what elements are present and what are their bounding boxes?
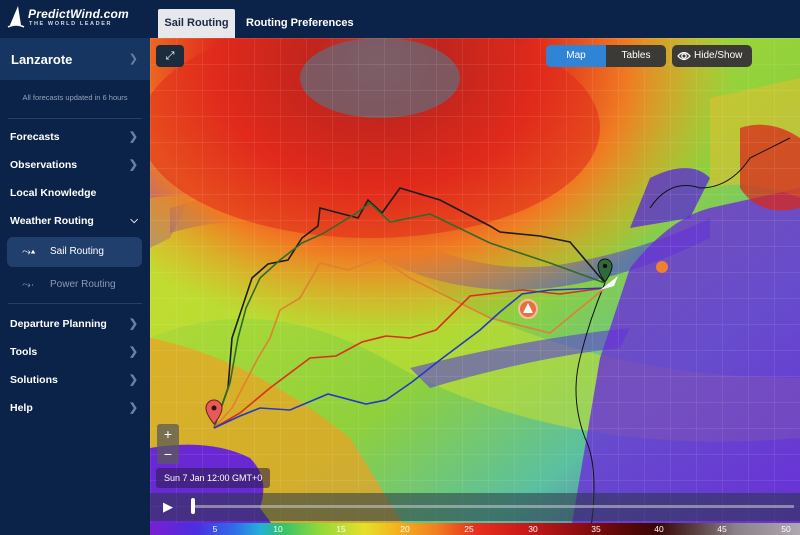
chevron-right-icon: ❯ bbox=[128, 159, 138, 171]
forecast-update-status: All forecasts updated in 6 hours bbox=[22, 93, 128, 102]
sidebar-item-departure-planning[interactable]: Departure Planning ❯ bbox=[0, 310, 150, 338]
sidebar-item-local-knowledge[interactable]: Local Knowledge bbox=[0, 179, 150, 207]
location-name: Lanzarote bbox=[11, 52, 73, 67]
wind-map-canvas[interactable] bbox=[150, 38, 800, 535]
sidebar-item-label: Solutions bbox=[10, 374, 58, 386]
legend-label: 50 bbox=[781, 524, 791, 534]
sidebar-subitem-label: Power Routing bbox=[50, 279, 116, 290]
brand-tagline: THE WORLD LEADER bbox=[29, 21, 113, 27]
predictwind-logo[interactable]: PredictWind.com THE WORLD LEADER bbox=[6, 5, 146, 31]
chevron-right-icon: ❯ bbox=[128, 374, 138, 386]
location-selector[interactable]: Lanzarote ❯ bbox=[0, 38, 150, 80]
sail-logo-icon bbox=[7, 6, 25, 28]
sidebar-item-label: Forecasts bbox=[10, 131, 60, 143]
zoom-in-button[interactable]: + bbox=[157, 424, 179, 444]
legend-label: 45 bbox=[717, 524, 727, 534]
play-button[interactable]: ▶ bbox=[156, 497, 180, 517]
chevron-right-icon: ❯ bbox=[128, 318, 138, 330]
chevron-down-icon: ⌵ bbox=[130, 215, 138, 226]
legend-label: 15 bbox=[336, 524, 346, 534]
legend-label: 40 bbox=[654, 524, 664, 534]
chevron-right-icon: ❯ bbox=[128, 131, 138, 143]
timeline-bar: ▶ bbox=[150, 493, 800, 521]
view-toggle: Map Tables bbox=[546, 45, 666, 67]
sidebar-item-label: Tools bbox=[10, 346, 38, 358]
play-icon: ▶ bbox=[163, 499, 173, 514]
sidebar-subitem-sail-routing[interactable]: ⤳▴ Sail Routing bbox=[7, 237, 142, 267]
sail-routing-icon: ⤳▴ bbox=[22, 246, 36, 258]
timeline-track[interactable] bbox=[194, 505, 794, 508]
brand-name: PredictWind.com bbox=[28, 7, 129, 21]
weather-map[interactable]: ⤢ Map Tables Hide/Show + − Sun 7 Jan 12:… bbox=[150, 38, 800, 535]
power-routing-icon: ⤳· bbox=[22, 279, 35, 291]
sidebar-subitem-label: Sail Routing bbox=[50, 246, 104, 257]
chevron-right-icon: ❯ bbox=[128, 346, 138, 358]
legend-label: 25 bbox=[464, 524, 474, 534]
sidebar-item-help[interactable]: Help ❯ bbox=[0, 394, 150, 422]
top-bar: PredictWind.com THE WORLD LEADER Sail Ro… bbox=[0, 0, 800, 38]
zoom-out-button[interactable]: − bbox=[157, 444, 179, 464]
sidebar-item-weather-routing[interactable]: Weather Routing ⌵ bbox=[0, 207, 150, 235]
eye-icon bbox=[677, 51, 691, 61]
sidebar-item-label: Local Knowledge bbox=[10, 187, 97, 199]
legend-label: 35 bbox=[591, 524, 601, 534]
wind-speed-legend: 5 10 15 20 25 30 35 40 45 50 bbox=[150, 523, 800, 535]
weather-point-icon[interactable] bbox=[656, 261, 668, 273]
sidebar-item-label: Weather Routing bbox=[10, 215, 94, 227]
map-view-button[interactable]: Map bbox=[546, 45, 606, 67]
chevron-right-icon: ❯ bbox=[128, 53, 138, 65]
sidebar-item-forecasts[interactable]: Forecasts ❯ bbox=[0, 123, 150, 151]
sidebar-item-label: Help bbox=[10, 402, 33, 414]
chevron-right-icon: ❯ bbox=[128, 402, 138, 414]
sidebar: Lanzarote ❯ All forecasts updated in 6 h… bbox=[0, 38, 150, 535]
hide-show-label: Hide/Show bbox=[694, 50, 743, 61]
timeline-slider-handle[interactable] bbox=[191, 498, 195, 514]
sidebar-item-observations[interactable]: Observations ❯ bbox=[0, 151, 150, 179]
sidebar-item-label: Observations bbox=[10, 159, 78, 171]
hide-show-button[interactable]: Hide/Show bbox=[672, 45, 752, 67]
fullscreen-button[interactable]: ⤢ bbox=[156, 45, 184, 67]
sidebar-subitem-power-routing[interactable]: ⤳· Power Routing bbox=[7, 270, 142, 300]
warning-icon[interactable] bbox=[518, 299, 538, 319]
sidebar-item-solutions[interactable]: Solutions ❯ bbox=[0, 366, 150, 394]
legend-label: 30 bbox=[528, 524, 538, 534]
tables-view-button[interactable]: Tables bbox=[606, 45, 666, 67]
sidebar-item-tools[interactable]: Tools ❯ bbox=[0, 338, 150, 366]
sidebar-item-label: Departure Planning bbox=[10, 318, 107, 330]
legend-label: 20 bbox=[400, 524, 410, 534]
legend-label: 5 bbox=[212, 524, 218, 534]
tab-routing-preferences[interactable]: Routing Preferences bbox=[236, 9, 364, 38]
expand-icon: ⤢ bbox=[165, 50, 175, 62]
legend-label: 10 bbox=[273, 524, 283, 534]
forecast-time-label: Sun 7 Jan 12:00 GMT+0 bbox=[156, 468, 271, 488]
tab-sail-routing[interactable]: Sail Routing bbox=[158, 9, 235, 38]
